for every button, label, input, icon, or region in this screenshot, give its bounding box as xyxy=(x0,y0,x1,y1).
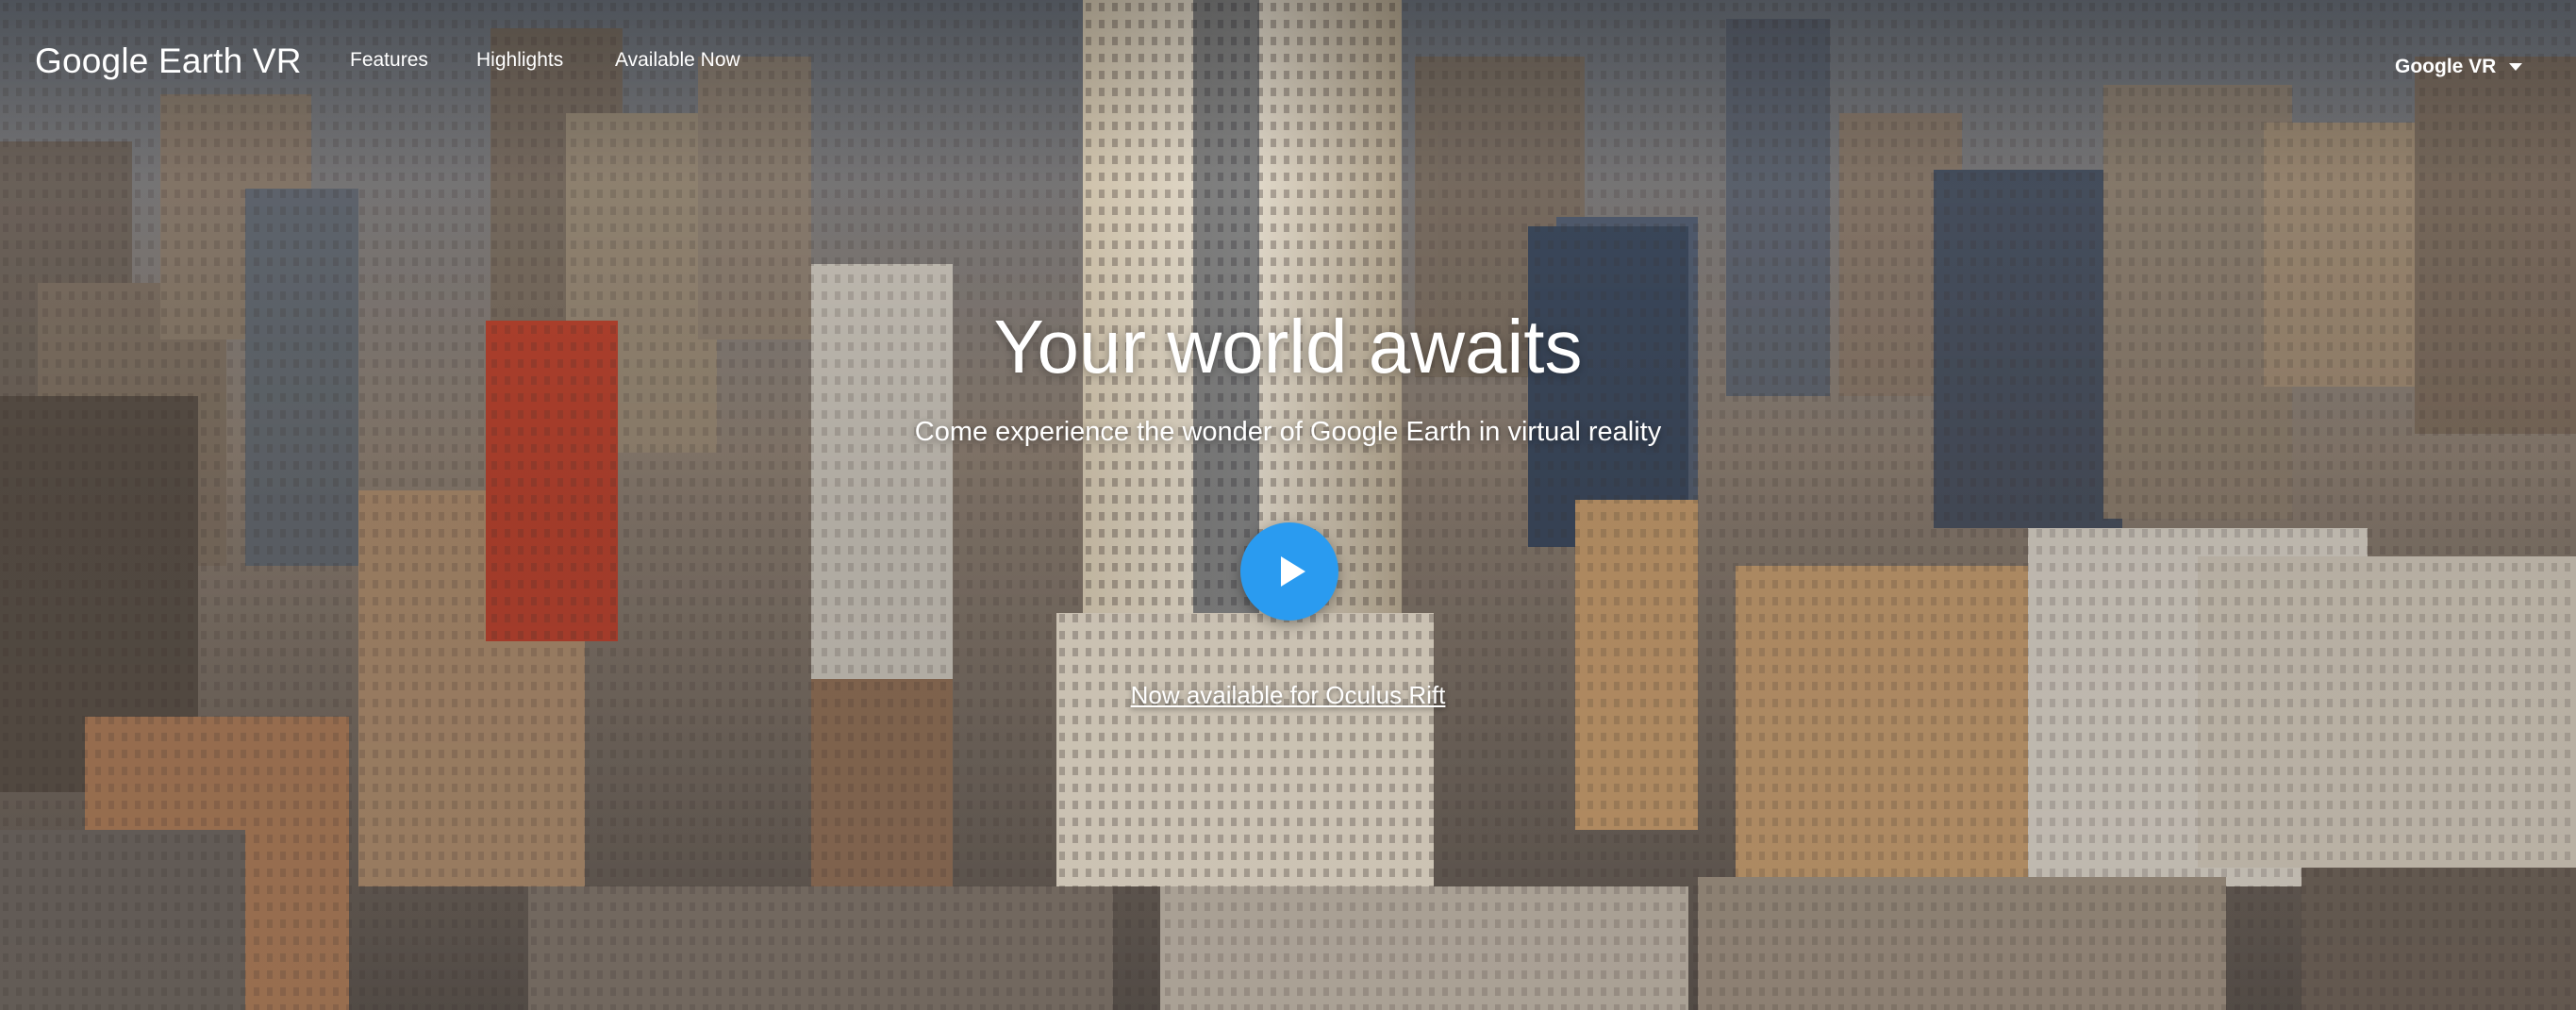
google-vr-menu-button[interactable]: Google VR xyxy=(2395,56,2523,78)
nav-link-available-now[interactable]: Available Now xyxy=(615,49,740,72)
google-vr-menu-label: Google VR xyxy=(2395,56,2497,77)
oculus-rift-availability-link[interactable]: Now available for Oculus Rift xyxy=(0,681,2576,710)
nav-link-highlights[interactable]: Highlights xyxy=(476,49,563,72)
hero-title: Your world awaits xyxy=(993,305,1583,389)
google-earth-vr-logo[interactable]: Google Earth VR xyxy=(35,41,302,81)
play-icon xyxy=(1281,556,1305,587)
background-scrim xyxy=(0,0,2576,1010)
hero-section: Google Earth VR Features Highlights Avai… xyxy=(0,0,2576,1010)
chevron-down-icon xyxy=(2509,63,2523,71)
top-navigation-bar: Google Earth VR Features Highlights Avai… xyxy=(0,0,2576,123)
hero-subtitle: Come experience the wonder of Google Ear… xyxy=(914,417,1662,447)
play-video-button[interactable] xyxy=(1240,522,1338,621)
nav-link-features[interactable]: Features xyxy=(350,49,428,72)
